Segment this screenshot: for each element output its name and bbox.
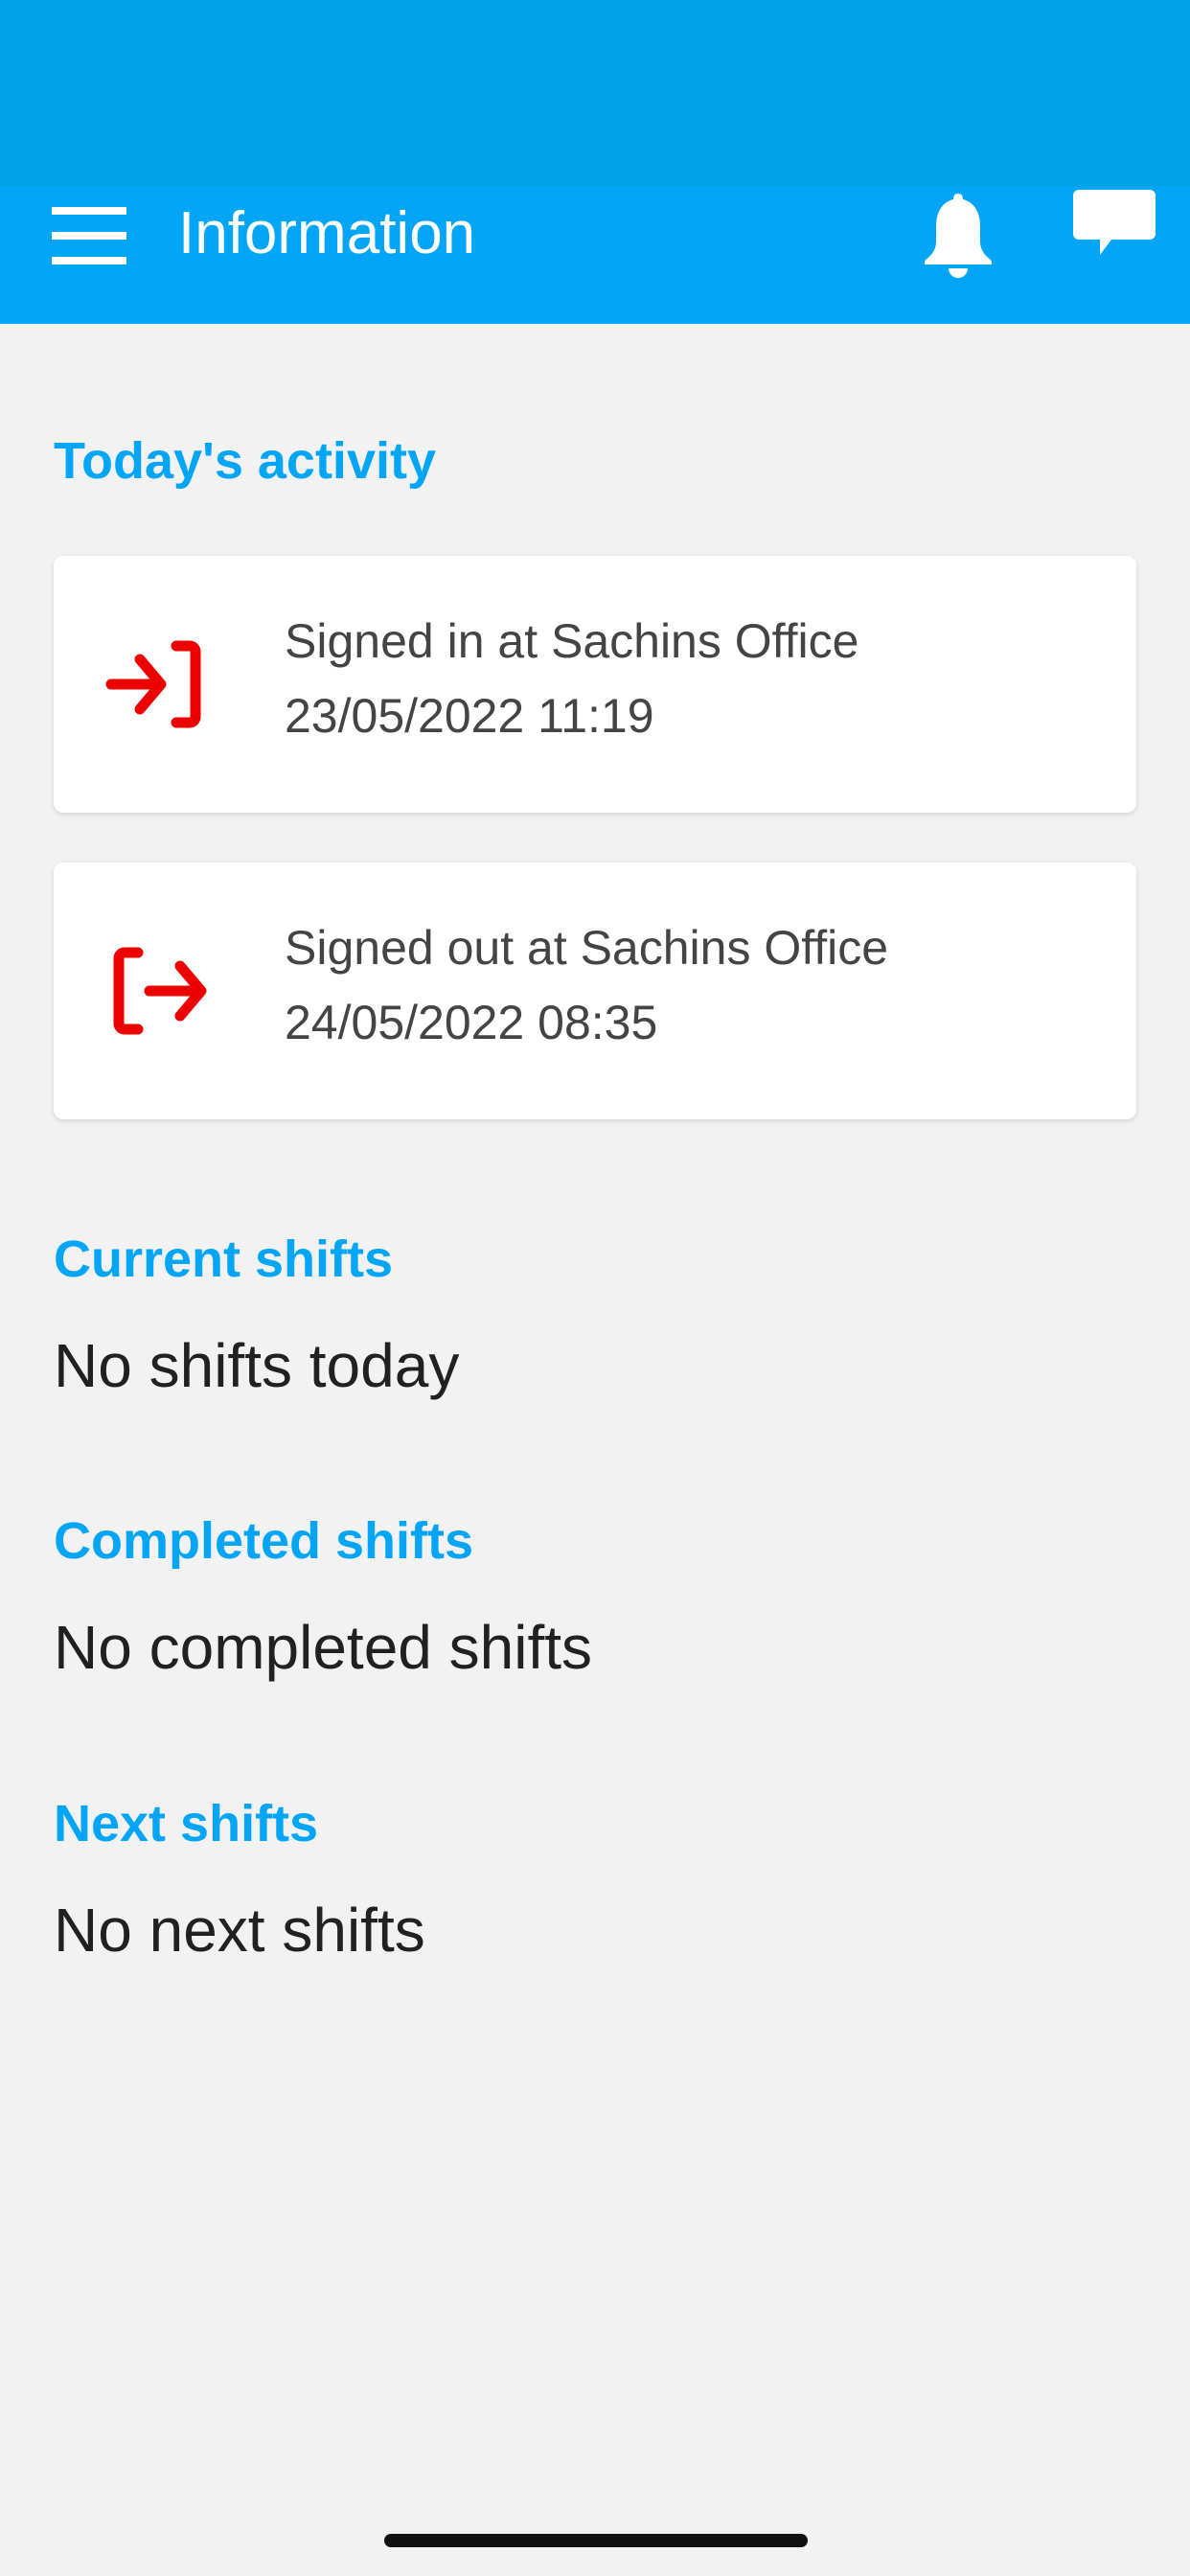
todays-activity-heading: Today's activity	[54, 432, 436, 490]
completed-shifts-heading: Completed shifts	[54, 1512, 474, 1570]
next-shifts-heading: Next shifts	[54, 1795, 319, 1852]
activity-text: Signed out at Sachins Office	[285, 921, 889, 975]
next-shifts-text: No next shifts	[54, 1896, 425, 1965]
activity-time: 23/05/2022 11:19	[285, 689, 654, 743]
current-shifts-heading: Current shifts	[54, 1230, 394, 1288]
sign-in-icon	[105, 640, 201, 728]
page-title: Information	[178, 200, 476, 266]
activity-time: 24/05/2022 08:35	[285, 996, 658, 1049]
activity-card-sign-in[interactable]: Signed in at Sachins Office 23/05/2022 1…	[54, 556, 1136, 813]
current-shifts-text: No shifts today	[54, 1331, 460, 1400]
app-bar: Information	[0, 186, 1190, 324]
home-indicator[interactable]	[384, 2534, 808, 2547]
sign-out-icon	[113, 947, 207, 1035]
activity-text: Signed in at Sachins Office	[285, 614, 859, 668]
hamburger-icon[interactable]	[52, 207, 126, 264]
activity-card-sign-out[interactable]: Signed out at Sachins Office 24/05/2022 …	[54, 862, 1136, 1119]
status-bar	[0, 0, 1190, 186]
completed-shifts-text: No completed shifts	[54, 1613, 593, 1682]
bell-icon[interactable]	[918, 190, 998, 278]
chat-bubble-icon[interactable]	[1071, 188, 1157, 274]
